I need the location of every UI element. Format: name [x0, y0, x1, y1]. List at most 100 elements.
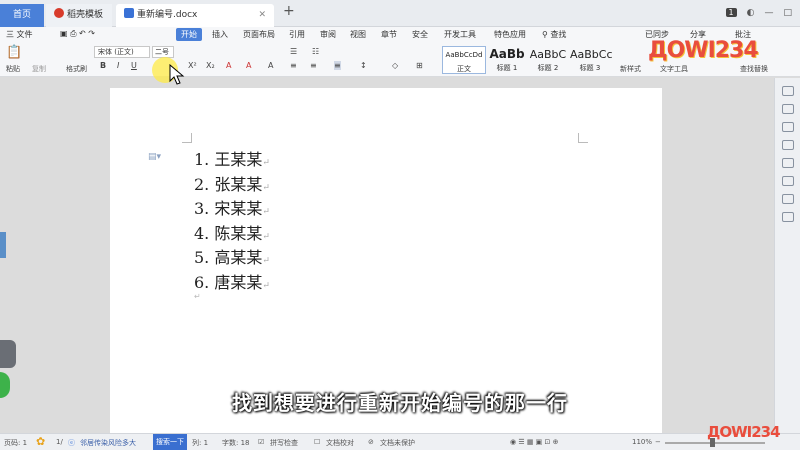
status-wordcount[interactable]: 字数: 18 [222, 438, 250, 448]
search-button[interactable]: 搜索一下 [153, 434, 187, 450]
sidebar-tool-icon[interactable] [781, 140, 794, 150]
paragraph-handle-icon[interactable]: ▤▾ [148, 152, 161, 162]
style-normal[interactable]: AaBbCcDd 正文 [442, 46, 486, 74]
list-item[interactable]: 3. 宋某某↵ [194, 197, 270, 222]
style-h2-label: 标题 2 [537, 64, 559, 72]
sidebar-tool-icon[interactable] [781, 212, 794, 222]
view-mode-icons[interactable]: ◉ ☰ ▦ ▣ ⊡ ⊕ [510, 438, 558, 446]
paste-label[interactable]: 粘贴 [6, 64, 20, 74]
line-spacing-icon[interactable]: ↕ [360, 61, 367, 70]
zoom-slider[interactable] [665, 442, 765, 444]
menu-layout[interactable]: 页面布局 [243, 29, 275, 40]
app-logo-icon: ✿ [36, 435, 46, 448]
list-item-text: 1. 王某某 [194, 150, 263, 169]
skin-icon[interactable]: ◐ [747, 8, 755, 18]
font-color-icon[interactable]: A [246, 61, 251, 70]
sidebar-tool-icon[interactable] [781, 86, 794, 96]
paragraph-mark: ↵ [262, 256, 270, 266]
tab-document[interactable]: 重新编号.docx ✕ [116, 4, 274, 27]
align-center-icon[interactable]: ≡ [310, 61, 317, 70]
copy-button[interactable]: 复制 [32, 64, 46, 74]
shading-icon[interactable]: ◇ [392, 61, 398, 70]
paste-icon[interactable]: 📋 [6, 45, 22, 60]
sidebar-tool-icon[interactable] [781, 122, 794, 132]
style-h1-label: 标题 1 [496, 64, 518, 72]
zoom-level[interactable]: 110% [632, 438, 652, 446]
left-gray-area [0, 78, 110, 433]
style-h3-label: 标题 3 [579, 64, 601, 72]
font-select[interactable]: 宋体 (正文) [94, 46, 150, 58]
numbered-list-icon[interactable]: ☷ [312, 47, 319, 56]
proofread-label[interactable]: 文档校对 [326, 438, 354, 448]
list-item[interactable]: 1. 王某某↵ [194, 148, 270, 173]
paragraph-mark: ↵ [262, 158, 270, 168]
thermometer-icon [0, 232, 6, 258]
word-doc-icon [124, 8, 134, 18]
protect-label[interactable]: 文档未保护 [380, 438, 415, 448]
menu-chapter[interactable]: 章节 [381, 29, 397, 40]
find-replace-button[interactable]: 查找替换 [740, 64, 768, 74]
new-style-button[interactable]: 新样式 [620, 64, 641, 74]
menu-insert[interactable]: 插入 [212, 29, 228, 40]
zoom-out-icon[interactable]: − [655, 438, 661, 446]
style-heading3[interactable]: AaBbCc 标题 3 [570, 46, 613, 74]
border-icon[interactable]: ⊞ [416, 61, 423, 70]
menu-file[interactable]: 三 文件 [6, 29, 33, 40]
menu-devtools[interactable]: 开发工具 [444, 29, 476, 40]
menu-start[interactable]: 开始 [176, 28, 202, 41]
watermark-logo: ДOWI234 [648, 38, 759, 63]
superscript-icon[interactable]: X² [188, 61, 197, 70]
sidebar-tool-icon[interactable] [781, 104, 794, 114]
paragraph-mark: ↵ [262, 182, 270, 193]
style-h3-preview: AaBbCc [570, 48, 613, 61]
style-h2-preview: AaBbC [529, 48, 567, 61]
list-item[interactable]: 4. 陈某某↵ [194, 222, 270, 247]
bold-button[interactable]: B [100, 61, 106, 70]
sidebar-tool-icon[interactable] [781, 158, 794, 168]
protect-icon[interactable]: ⊘ [368, 438, 374, 446]
char-border-icon[interactable]: A [268, 61, 273, 70]
proofread-icon[interactable]: ☐ [314, 438, 320, 446]
style-heading1[interactable]: AaBb 标题 1 [488, 46, 526, 74]
menu-features[interactable]: 特色应用 [494, 29, 526, 40]
format-painter-button[interactable]: 格式刷 [66, 64, 87, 74]
tab-home[interactable]: 首页 [0, 4, 44, 27]
subscript-icon[interactable]: X₂ [206, 61, 215, 70]
tab-template[interactable]: 稻壳模板 [46, 4, 112, 27]
style-h1-preview: AaBb [489, 47, 525, 61]
minimize-icon[interactable]: — [764, 8, 773, 18]
menu-review[interactable]: 审阅 [320, 29, 336, 40]
list-item[interactable]: 6. 唐某某↵ [194, 271, 270, 296]
list-item[interactable]: 2. 张某某↵ [194, 173, 270, 198]
tab-template-label: 稻壳模板 [67, 10, 104, 20]
news-link[interactable]: 邻居传染风险多大 [80, 438, 136, 448]
underline-button[interactable]: U [131, 61, 137, 70]
style-heading2[interactable]: AaBbC 标题 2 [528, 46, 568, 74]
close-tab-icon[interactable]: ✕ [258, 4, 266, 27]
italic-button[interactable]: I [117, 61, 119, 70]
align-left-icon[interactable]: ≡ [290, 61, 297, 70]
list-item-text: 6. 唐某某 [194, 272, 263, 292]
status-page[interactable]: 页码: 1 [4, 438, 27, 448]
list-item-text: 3. 宋某某 [194, 199, 263, 218]
maximize-icon[interactable]: □ [783, 8, 792, 18]
side-widget-icon[interactable] [0, 340, 16, 368]
menu-view[interactable]: 视图 [350, 29, 366, 40]
list-item[interactable]: 5. 高某某↵ [194, 246, 270, 271]
sidebar-tool-icon[interactable] [781, 194, 794, 204]
spell-check-icon[interactable]: ☑ [258, 438, 264, 446]
highlight-color-icon[interactable]: A [226, 61, 231, 70]
menu-security[interactable]: 安全 [412, 29, 428, 40]
sidebar-tool-icon[interactable] [781, 176, 794, 186]
spell-check-label[interactable]: 拼写检查 [270, 438, 298, 448]
menu-references[interactable]: 引用 [289, 29, 305, 40]
document-page[interactable]: ▤▾ 1. 王某某↵ 2. 张某某↵ 3. 宋某某↵ 4. 陈某某↵ 5. 高某… [110, 88, 662, 433]
new-tab-button[interactable]: + [283, 3, 295, 19]
bullet-list-icon[interactable]: ☰ [290, 47, 297, 56]
justify-icon[interactable]: ≡ [334, 61, 341, 70]
window-badge[interactable]: 1 [725, 8, 737, 17]
save-icon[interactable]: ▣ ⎙ ↶ ↷ [60, 29, 95, 39]
paragraph-mark: ↵ [262, 207, 270, 217]
menu-search[interactable]: ⚲ 查找 [542, 29, 566, 40]
text-tools-button[interactable]: 文字工具 [660, 64, 688, 74]
